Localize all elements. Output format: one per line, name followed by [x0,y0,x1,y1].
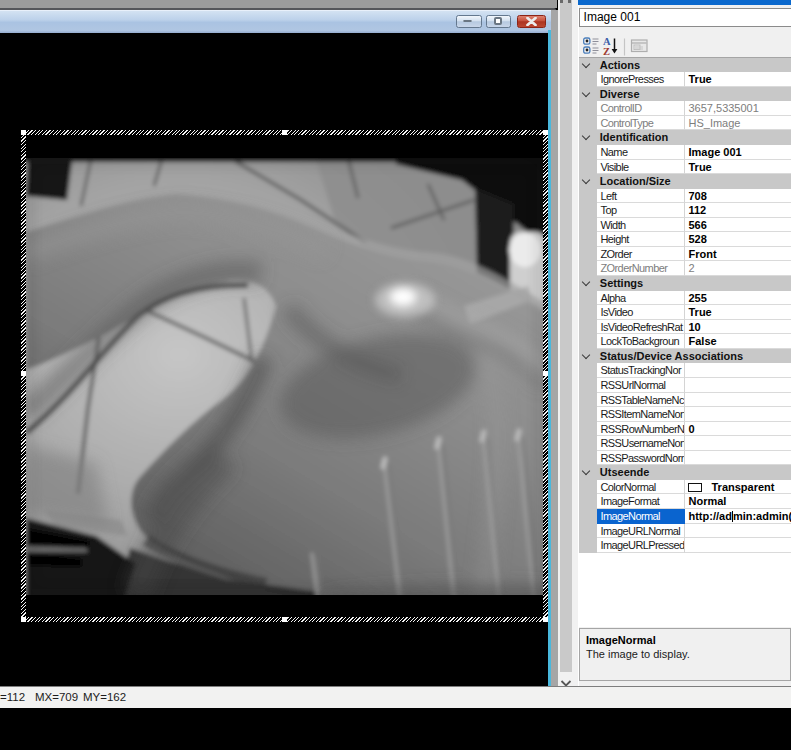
svg-text:Z: Z [603,46,610,57]
